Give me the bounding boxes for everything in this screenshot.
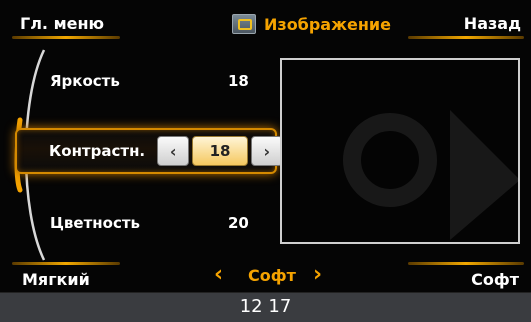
image-settings-icon [232, 14, 256, 34]
setting-label-saturation[interactable]: Цветность [50, 214, 140, 232]
setting-label-brightness[interactable]: Яркость [50, 72, 120, 90]
setting-value-brightness: 18 [228, 72, 249, 90]
bottom-left-divider [12, 262, 120, 265]
watermark-logo [343, 110, 520, 240]
decrease-button[interactable]: ‹ [157, 136, 190, 166]
increase-button[interactable]: › [250, 136, 284, 166]
back-button[interactable]: Назад [464, 14, 521, 33]
contrast-value: 18 [192, 136, 248, 166]
soft-right-button[interactable]: Софт [471, 270, 519, 289]
setting-label-contrast: Контрастн. [49, 142, 146, 160]
picture-mode-label: Софт [248, 266, 296, 285]
page-title: Изображение [264, 14, 391, 34]
clock: 12 17 [239, 296, 292, 317]
top-right-divider [408, 36, 524, 39]
mode-next-chevron-icon[interactable]: › [313, 262, 322, 287]
main-menu-button[interactable]: Гл. меню [20, 14, 104, 33]
soft-left-button[interactable]: Мягкий [22, 270, 90, 289]
setting-row-contrast[interactable]: Контрастн. ‹ 18 › [15, 128, 284, 174]
top-left-divider [12, 36, 120, 39]
contrast-stepper: ‹ 18 › [157, 136, 284, 166]
setting-value-saturation: 20 [228, 214, 249, 232]
mode-prev-chevron-icon[interactable]: ‹ [214, 262, 223, 287]
page-title-group: Изображение [232, 14, 391, 34]
bottom-right-divider [408, 262, 524, 265]
screen: Гл. меню Изображение Назад Яркость 18 Ко… [0, 0, 531, 322]
